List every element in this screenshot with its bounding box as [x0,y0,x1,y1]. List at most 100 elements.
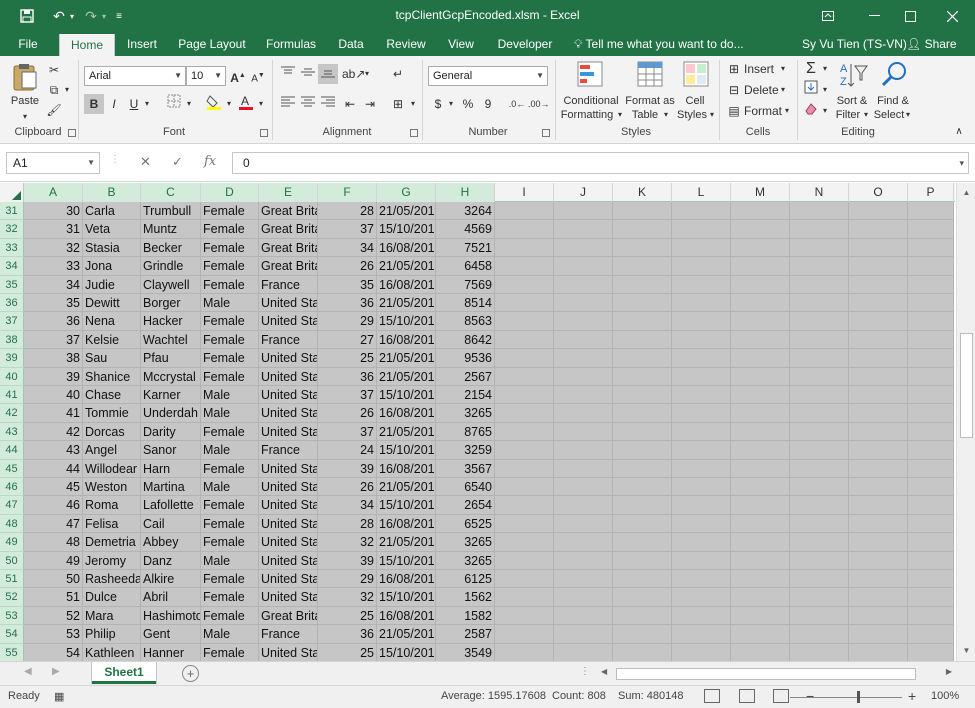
fill-dropdown-icon[interactable]: ▾ [820,80,830,100]
cell-e[interactable]: United Sta [259,588,318,607]
cell-c[interactable]: Grindle [141,257,201,276]
row-header[interactable]: 48 [0,514,24,534]
increase-font-size-icon[interactable]: A▲ [230,66,246,86]
cell-j[interactable] [554,275,613,294]
cell-p[interactable] [908,478,954,497]
tab-view[interactable]: View [444,32,478,56]
cell-c[interactable]: Trumbull [141,202,201,221]
cell-a[interactable]: 52 [24,606,83,626]
cell-b[interactable]: Kelsie [83,330,141,350]
cell-a[interactable]: 32 [24,238,83,258]
cell-a[interactable]: 49 [24,551,83,570]
cell-c[interactable]: Hacker [141,312,201,331]
cell-h[interactable]: 3265 [436,533,495,552]
cell-g[interactable]: 21/05/201 [377,533,436,552]
autosum-icon[interactable]: Σ [802,59,820,79]
cell-e[interactable]: United Sta [259,533,318,552]
cell-l[interactable] [672,275,731,294]
cell-e[interactable]: Great Brita [259,238,318,258]
cell-b[interactable]: Carla [83,202,141,221]
cell-d[interactable]: Male [201,441,259,460]
format-painter-icon[interactable]: 🖌︎ [46,100,62,120]
cell-e[interactable]: France [259,441,318,460]
tab-page-layout[interactable]: Page Layout [176,32,248,56]
collapse-ribbon-icon[interactable]: ∧ [950,122,968,142]
cell-g[interactable]: 15/10/201 [377,220,436,239]
cell-m[interactable] [731,367,790,386]
cell-e[interactable]: United Sta [259,551,318,570]
cell-j[interactable] [554,533,613,552]
cell-j[interactable] [554,367,613,386]
sheet-scroll-left-icon[interactable]: ◀ [24,666,32,677]
cell-c[interactable]: Karner [141,386,201,405]
increase-decimal-icon[interactable]: .0← [508,94,526,114]
row-header[interactable]: 54 [0,625,24,644]
cell-l[interactable] [672,312,731,331]
cell-c[interactable]: Wachtel [141,330,201,350]
cell-k[interactable] [613,404,672,423]
vertical-scrollbar[interactable]: ▲ ▼ [956,183,975,661]
italic-button[interactable]: I [106,94,122,114]
cell-d[interactable]: Female [201,606,259,626]
cell-h[interactable]: 7521 [436,238,495,258]
cell-c[interactable]: Cail [141,514,201,534]
cell-d[interactable]: Male [201,294,259,313]
cell-p[interactable] [908,220,954,239]
cell-o[interactable] [849,367,908,386]
delete-cells-icon[interactable]: ⊟ [726,80,742,100]
cell-h[interactable]: 2654 [436,496,495,515]
cell-n[interactable] [790,202,849,221]
currency-dropdown-icon[interactable]: ▾ [446,94,456,114]
cell-a[interactable]: 46 [24,496,83,515]
cell-i[interactable] [495,367,554,386]
sort-filter-label-1[interactable]: Sort & [834,94,870,108]
cell-o[interactable] [849,606,908,626]
cell-j[interactable] [554,551,613,570]
cell-p[interactable] [908,551,954,570]
formula-input[interactable]: 0 ▾ [232,152,969,174]
cell-j[interactable] [554,478,613,497]
cell-a[interactable]: 37 [24,330,83,350]
ribbon-display-options-icon[interactable] [805,0,851,32]
currency-format-button[interactable]: $ [430,94,446,114]
cell-g[interactable]: 21/05/201 [377,422,436,442]
tab-insert[interactable]: Insert [120,32,164,56]
decrease-font-size-icon[interactable]: A▼ [250,66,266,86]
cell-f[interactable]: 26 [318,478,377,497]
row-header[interactable]: 38 [0,330,24,350]
conditional-formatting-label-2[interactable]: Formatting [556,108,618,122]
cell-h[interactable]: 3567 [436,459,495,478]
cell-a[interactable]: 36 [24,312,83,331]
cell-l[interactable] [672,606,731,626]
conditional-formatting-dropdown-icon[interactable]: ▾ [616,108,624,122]
cell-f[interactable]: 27 [318,330,377,350]
cell-l[interactable] [672,478,731,497]
cell-g[interactable]: 15/10/201 [377,588,436,607]
cell-l[interactable] [672,202,731,221]
cell-e[interactable]: United Sta [259,294,318,313]
cell-n[interactable] [790,367,849,386]
paste-button[interactable]: Paste [6,94,44,108]
cell-k[interactable] [613,514,672,534]
cell-c[interactable]: Mccrystal [141,367,201,386]
number-launcher-icon[interactable] [542,129,550,137]
cell-i[interactable] [495,220,554,239]
cell-c[interactable]: Borger [141,294,201,313]
cell-m[interactable] [731,588,790,607]
cell-k[interactable] [613,441,672,460]
cell-n[interactable] [790,570,849,589]
format-as-table-label-2[interactable]: Table [624,108,666,122]
cell-m[interactable] [731,643,790,661]
insert-cells-icon[interactable]: ⊞ [726,59,742,79]
cell-a[interactable]: 48 [24,533,83,552]
tab-formulas[interactable]: Formulas [262,32,320,56]
cell-j[interactable] [554,570,613,589]
cell-o[interactable] [849,294,908,313]
cell-i[interactable] [495,551,554,570]
cell-c[interactable]: Danz [141,551,201,570]
cell-n[interactable] [790,514,849,534]
cell-g[interactable]: 15/10/201 [377,441,436,460]
cell-k[interactable] [613,386,672,405]
cell-f[interactable]: 25 [318,349,377,368]
cell-a[interactable]: 30 [24,202,83,221]
